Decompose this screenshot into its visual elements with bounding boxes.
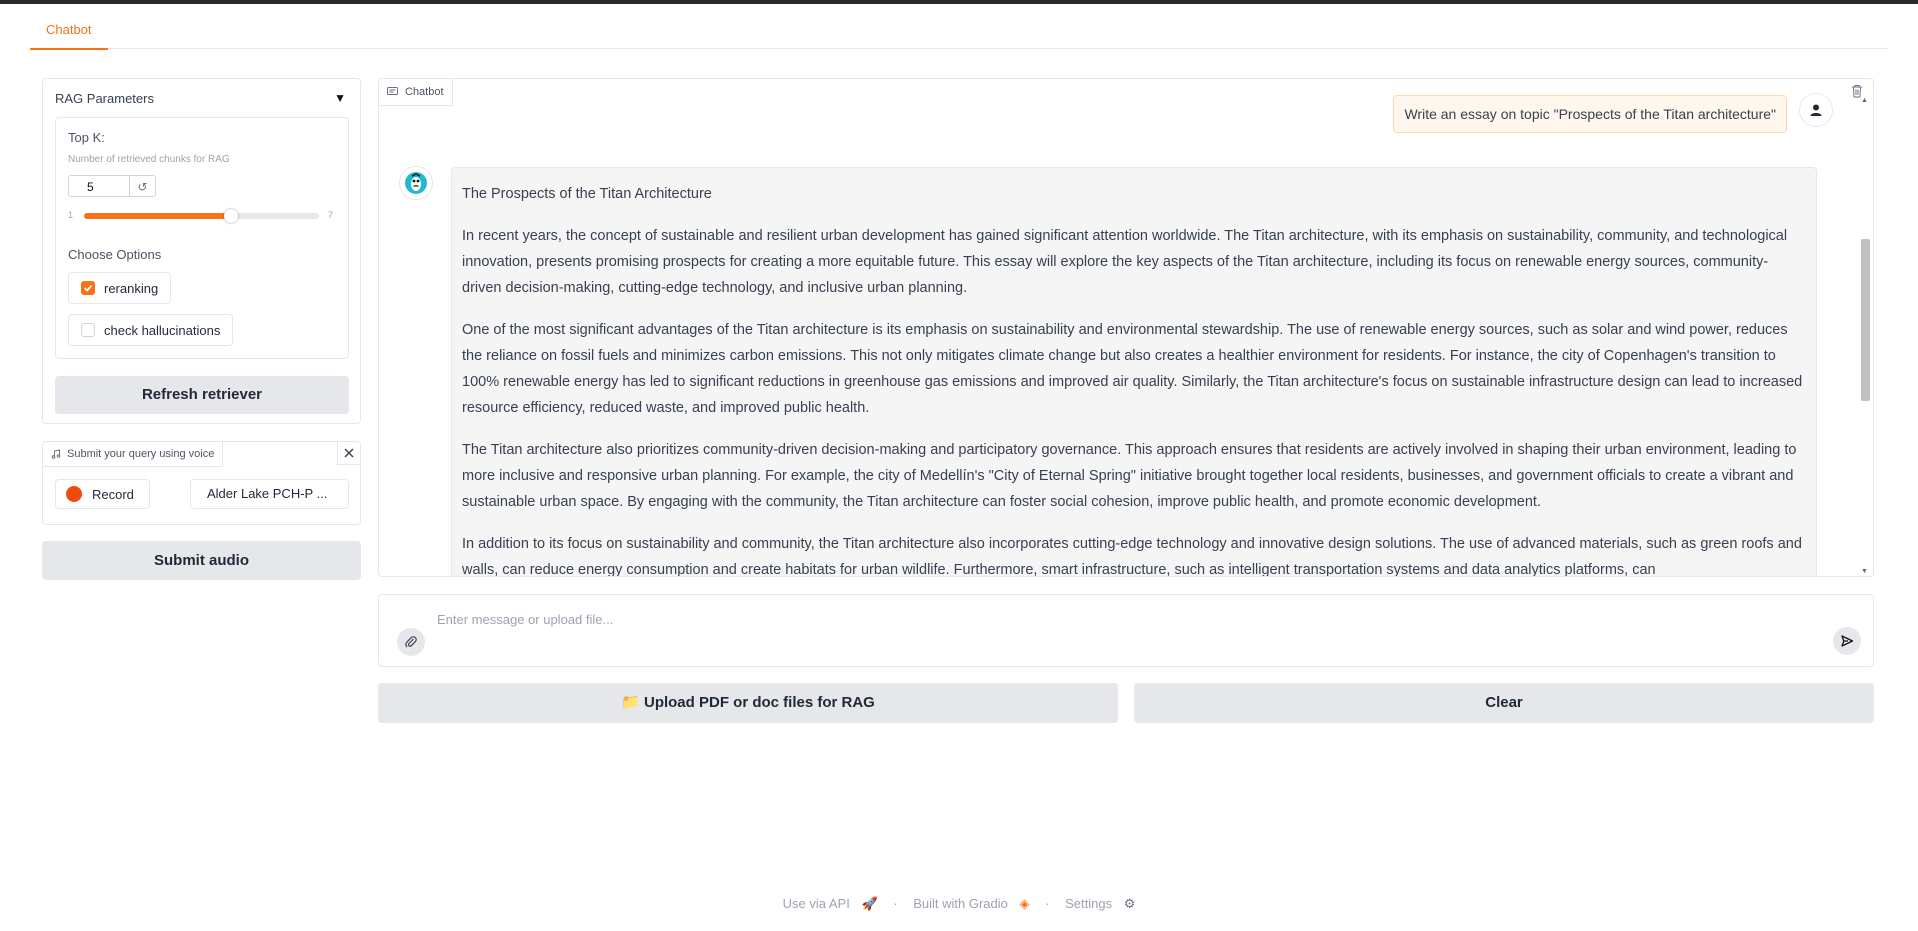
- close-icon[interactable]: [337, 442, 360, 465]
- bot-paragraph: The Titan architecture also prioritizes …: [462, 442, 1797, 510]
- refresh-retriever-button[interactable]: Refresh retriever: [55, 376, 349, 414]
- user-avatar-icon: [1799, 93, 1833, 127]
- bot-message-title: The Prospects of the Titan Architecture: [462, 186, 712, 202]
- audio-label-text: Submit your query using voice: [67, 448, 215, 460]
- choose-options-label: Choose Options: [68, 247, 162, 262]
- scrollbar-thumb[interactable]: [1861, 239, 1870, 401]
- rag-params-group: Top K: Number of retrieved chunks for RA…: [55, 117, 349, 359]
- chat-scrollbar[interactable]: ▲ ▼: [1859, 97, 1871, 575]
- checkbox-label: check hallucinations: [104, 322, 221, 338]
- record-label: Record: [92, 486, 134, 502]
- audio-input-panel: Submit your query using voice Record Ald…: [42, 441, 361, 525]
- footer: Use via API 🚀 · Built with Gradio ◈ · Se…: [0, 896, 1918, 912]
- chatbot-panel: Chatbot Write an essay on topic "Prospec…: [378, 78, 1874, 577]
- bot-paragraph: One of the most significant advantages o…: [462, 322, 1803, 416]
- audio-block-label: Submit your query using voice: [43, 442, 224, 467]
- built-with-gradio-link[interactable]: Built with Gradio ◈: [909, 896, 1033, 911]
- settings-link[interactable]: Settings ⚙: [1061, 896, 1139, 911]
- clear-button[interactable]: Clear: [1134, 683, 1874, 723]
- reset-icon[interactable]: ↺: [130, 175, 156, 197]
- topk-label: Top K:: [68, 130, 105, 145]
- record-button[interactable]: Record: [55, 479, 150, 509]
- message-input-box: [378, 594, 1874, 667]
- slider-thumb[interactable]: [223, 209, 238, 223]
- bot-message: The Prospects of the Titan Architecture …: [451, 167, 1817, 577]
- paperclip-icon[interactable]: [397, 628, 425, 656]
- message-input[interactable]: [435, 607, 1789, 631]
- topk-slider[interactable]: [84, 209, 319, 223]
- bot-paragraph: In recent years, the concept of sustaina…: [462, 228, 1788, 296]
- rocket-icon: 🚀: [861, 896, 878, 911]
- scroll-down-arrow-icon[interactable]: ▼: [1861, 568, 1868, 575]
- slider-max-label: 7: [328, 210, 334, 220]
- settings-label: Settings: [1065, 896, 1113, 911]
- bot-paragraph: In addition to its focus on sustainabili…: [462, 536, 1802, 577]
- record-dot-icon: [66, 486, 82, 502]
- gear-icon: ⚙: [1123, 896, 1136, 911]
- upload-files-button[interactable]: 📁 Upload PDF or doc files for RAG: [378, 683, 1118, 723]
- topk-number-input[interactable]: 5: [68, 175, 130, 197]
- checkbox-unchecked-icon[interactable]: [81, 323, 95, 337]
- footer-separator: ·: [1045, 896, 1050, 911]
- send-icon[interactable]: [1833, 627, 1861, 655]
- bot-avatar-icon: [399, 166, 433, 200]
- slider-fill: [84, 213, 231, 219]
- topk-info: Number of retrieved chunks for RAG: [68, 154, 230, 165]
- use-via-api-label: Use via API: [782, 896, 850, 911]
- tab-bar: Chatbot: [30, 4, 1888, 50]
- gradio-logo-icon: ◈: [1019, 896, 1030, 911]
- built-with-gradio-label: Built with Gradio: [913, 896, 1008, 911]
- trash-icon[interactable]: [1849, 83, 1867, 101]
- microphone-device-select[interactable]: Alder Lake PCH-P ...: [190, 479, 349, 509]
- use-via-api-link[interactable]: Use via API 🚀: [779, 896, 882, 911]
- rag-parameters-accordion: RAG Parameters ▼ Top K: Number of retrie…: [42, 78, 361, 424]
- user-message: Write an essay on topic "Prospects of th…: [1393, 95, 1787, 133]
- chatbot-block-label: Chatbot: [379, 79, 453, 106]
- slider-min-label: 1: [68, 210, 74, 220]
- tab-chatbot[interactable]: Chatbot: [30, 22, 108, 50]
- music-note-icon: [51, 449, 61, 459]
- checkbox-reranking[interactable]: reranking: [68, 272, 172, 304]
- chatbot-label-text: Chatbot: [405, 86, 444, 98]
- footer-separator: ·: [893, 896, 898, 911]
- submit-audio-button[interactable]: Submit audio: [42, 541, 361, 580]
- chat-bubble-icon: [387, 87, 398, 95]
- checkbox-label: reranking: [104, 280, 159, 296]
- checkbox-check-hallucinations[interactable]: check hallucinations: [68, 314, 234, 346]
- accordion-title[interactable]: RAG Parameters: [55, 91, 154, 106]
- collapse-arrow-icon[interactable]: ▼: [334, 91, 346, 105]
- checkbox-checked-icon[interactable]: [81, 281, 95, 295]
